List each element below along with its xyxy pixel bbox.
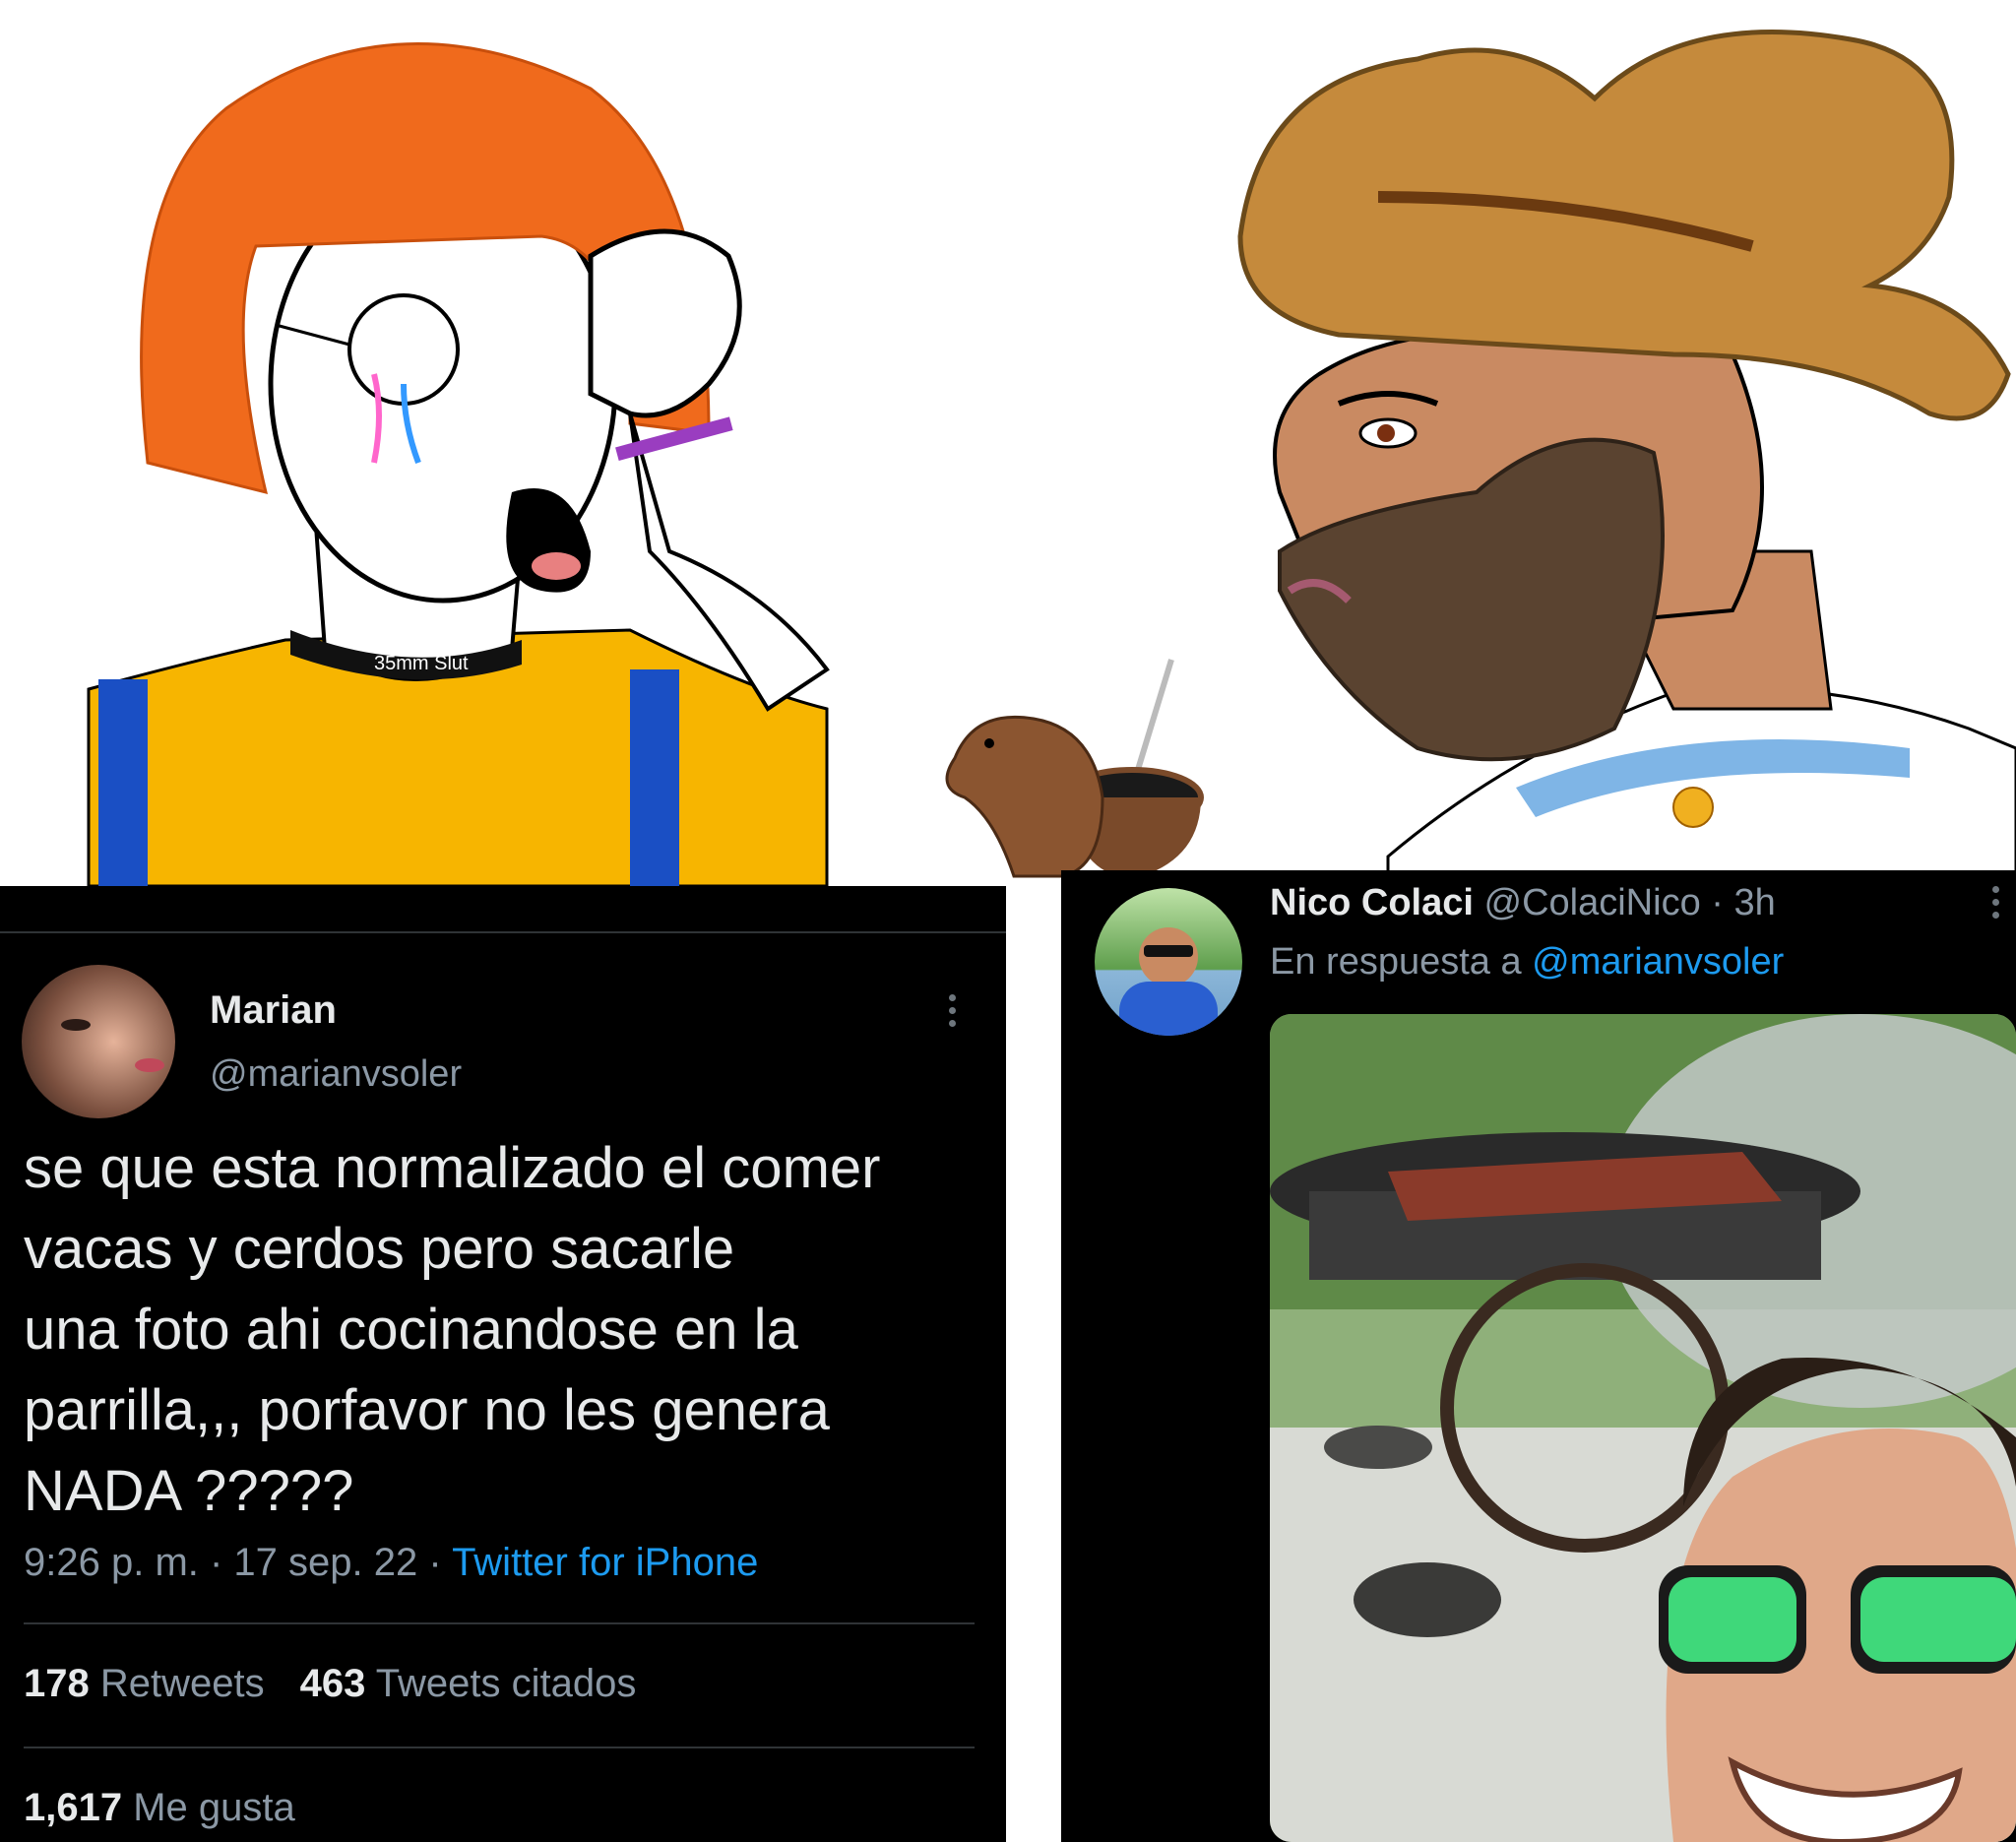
tweet-text: se que esta normalizado el comer vacas y… (24, 1128, 998, 1532)
quotes-count: 463 (299, 1662, 366, 1705)
reply-to-link[interactable]: @marianvsoler (1532, 941, 1784, 983)
tweet-source-link[interactable]: Twitter for iPhone (452, 1541, 758, 1584)
tweet-line: vacas y cerdos pero sacarle (24, 1217, 735, 1281)
tweet-line: parrilla,,, porfavor no les genera (24, 1378, 830, 1442)
capybara-mate-image (945, 659, 1204, 878)
quotes-label: Tweets citados (365, 1662, 637, 1705)
avatar-marian[interactable] (22, 965, 175, 1118)
tweet-line: una foto ahi cocinandose en la (24, 1298, 798, 1362)
grill-selfie-photo[interactable] (1270, 1014, 2016, 1842)
reply-header: Nico Colaci @ColaciNico · 3h (1270, 882, 1776, 924)
author-name[interactable]: Marian (210, 988, 337, 1033)
likes-label: Me gusta (122, 1786, 295, 1829)
reply-handle-time[interactable]: @ColaciNico · 3h (1474, 882, 1776, 923)
quotes-stat[interactable]: 463 Tweets citados (300, 1662, 637, 1705)
original-tweet: Marian @marianvsoler se que esta normali… (0, 886, 1006, 1842)
tweet-timestamp[interactable]: 9:26 p. m. · 17 sep. 22 · (24, 1541, 452, 1584)
reply-more-options-icon[interactable] (1992, 886, 1999, 919)
tweet-stats: 178 Retweets 463 Tweets citados (24, 1662, 636, 1706)
reply-context: En respuesta a @marianvsoler (1270, 941, 1784, 984)
avatar-nico[interactable] (1095, 888, 1242, 1036)
top-divider (0, 931, 1006, 933)
retweets-stat[interactable]: 178 Retweets (24, 1662, 265, 1705)
retweets-label: Retweets (89, 1662, 265, 1705)
tweet-line: se que esta normalizado el comer (24, 1136, 881, 1200)
likes-divider (24, 1747, 975, 1748)
reply-tweet: Nico Colaci @ColaciNico · 3h En respuest… (1061, 870, 2016, 1842)
author-handle[interactable]: @marianvsoler (210, 1053, 462, 1096)
stats-divider (24, 1622, 975, 1624)
reply-prefix: En respuesta a (1270, 941, 1533, 983)
more-options-icon[interactable] (949, 994, 956, 1027)
reply-author-name[interactable]: Nico Colaci (1270, 882, 1474, 923)
likes-count: 1,617 (24, 1786, 123, 1829)
tweet-line: NADA ????? (24, 1459, 354, 1523)
retweets-count: 178 (24, 1662, 90, 1705)
gaucho-cartoon (1237, 30, 2016, 886)
crying-woman-cartoon: 35mm Slut (87, 42, 830, 886)
choker-text: 35mm Slut (374, 653, 469, 674)
likes-stat[interactable]: 1,617 Me gusta (24, 1786, 295, 1830)
tweet-meta: 9:26 p. m. · 17 sep. 22 · Twitter for iP… (24, 1541, 758, 1585)
